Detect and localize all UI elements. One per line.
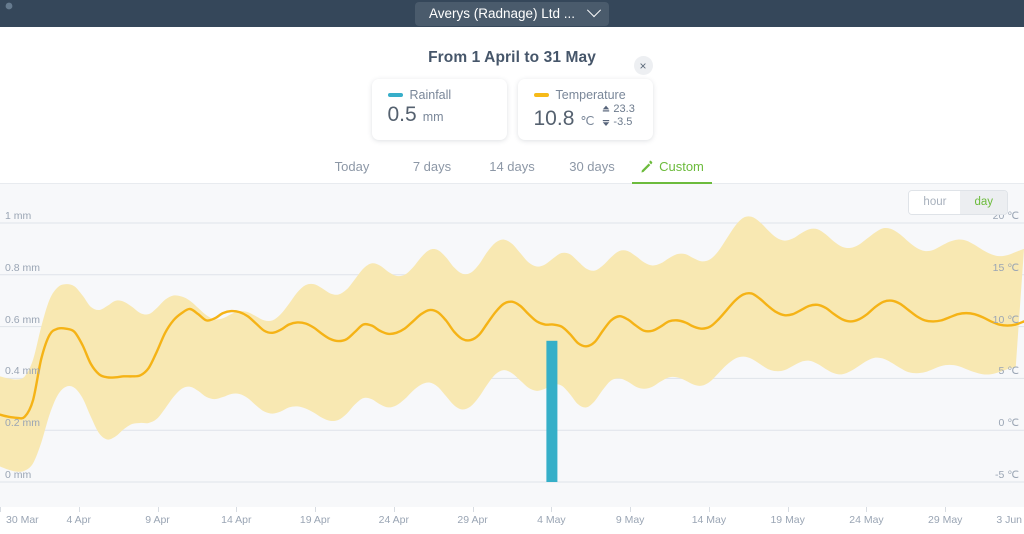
tab-today-label: Today xyxy=(334,158,370,174)
x-axis-tick: 3 Jun xyxy=(996,514,1022,526)
temperature-min-value: -3.5 xyxy=(613,115,633,128)
temperature-value-row: 10.8 ℃ 23.3 -3.5 xyxy=(533,103,637,130)
organisation-name: Averys (Radnage) Ltd ... xyxy=(428,5,576,21)
x-axis-tick: 14 May xyxy=(691,514,727,526)
top-bar: Averys (Radnage) Ltd ... xyxy=(0,0,1024,27)
range-tabs: Today 7 days 14 days 30 days Custom xyxy=(0,153,1024,185)
chevron-down-icon xyxy=(586,3,602,18)
temperature-legend-label: Temperature xyxy=(555,88,626,102)
x-axis-tick-mark xyxy=(708,507,710,512)
organisation-selector[interactable]: Averys (Radnage) Ltd ... xyxy=(414,1,610,26)
tab-7-days[interactable]: 7 days xyxy=(392,153,472,185)
x-axis-tick: 19 Apr xyxy=(299,514,331,526)
x-axis-tick: 29 May xyxy=(928,514,963,526)
tab-custom-label: Custom xyxy=(659,158,704,174)
temperature-unit: ℃ xyxy=(580,113,595,128)
chart-x-axis: 30 Mar 4 Apr 9 Apr 14 Apr 19 Apr 24 Apr 29 Apr… xyxy=(0,507,1024,534)
temperature-color-swatch-icon xyxy=(533,93,549,97)
x-axis-tick: 4 Apr xyxy=(66,514,92,526)
temperature-summary-card[interactable]: Temperature 10.8 ℃ 23.3 -3.5 xyxy=(517,79,653,140)
rainfall-legend-label: Rainfall xyxy=(409,88,452,102)
toggle-option-day[interactable]: day xyxy=(960,191,1007,214)
pencil-icon xyxy=(641,160,653,173)
x-axis-tick-mark xyxy=(945,507,947,512)
rainfall-value-row: 0.5 mm xyxy=(388,104,491,125)
x-axis-tick: 9 May xyxy=(615,514,645,526)
x-axis-tick: 9 Apr xyxy=(145,514,170,526)
tab-7-days-label: 7 days xyxy=(412,158,452,174)
x-axis-tick: 29 Apr xyxy=(457,514,488,526)
max-triangle-up-icon xyxy=(603,106,610,112)
x-axis-tick-mark xyxy=(787,507,789,512)
tab-30-days-label: 30 days xyxy=(569,158,615,174)
rainfall-legend: Rainfall xyxy=(387,88,491,102)
x-axis-tick-mark xyxy=(157,507,159,512)
weather-chart[interactable]: hour day 0 mm 0.2 mm 0.4 mm 0.6 mm 0.8 mm 1 m… xyxy=(0,184,1024,507)
close-icon[interactable]: × xyxy=(633,56,653,75)
temperature-legend: Temperature xyxy=(533,88,637,102)
x-axis-tick: 24 Apr xyxy=(378,514,410,526)
x-axis-tick-mark xyxy=(630,507,632,512)
date-range-title: From 1 April to 31 May xyxy=(428,49,596,66)
x-axis-tick: 19 May xyxy=(770,514,805,526)
summary-header: From 1 April to 31 May Rainfall 0.5 mm T… xyxy=(0,27,1024,185)
rainfall-unit: mm xyxy=(422,110,444,124)
x-axis-tick-mark xyxy=(866,507,868,512)
x-axis-tick-mark xyxy=(472,507,474,512)
tab-30-days[interactable]: 30 days xyxy=(552,153,632,185)
temperature-max-row: 23.3 xyxy=(602,103,635,116)
resolution-toggle: hour day xyxy=(908,190,1008,215)
temperature-value: 10.8 xyxy=(533,106,575,130)
tab-custom[interactable]: Custom xyxy=(632,153,712,185)
x-axis-tick: 14 Apr xyxy=(221,514,252,526)
x-axis-tick-mark xyxy=(393,507,395,512)
temperature-max-value: 23.3 xyxy=(613,103,635,115)
x-axis-tick-mark xyxy=(315,507,317,512)
min-triangle-down-icon xyxy=(603,120,610,127)
x-axis-tick: 4 May xyxy=(537,514,566,526)
tab-14-days-label: 14 days xyxy=(489,158,535,174)
x-axis-tick-mark xyxy=(0,507,1,512)
rainfall-summary-card[interactable]: Rainfall 0.5 mm xyxy=(371,79,507,140)
x-axis-tick-mark xyxy=(78,507,80,512)
temperature-min-row: -3.5 xyxy=(602,115,634,129)
x-axis-tick-mark xyxy=(236,507,238,512)
tab-today[interactable]: Today xyxy=(312,153,392,185)
tab-14-days[interactable]: 14 days xyxy=(472,153,552,185)
x-axis-tick: 24 May xyxy=(849,514,884,526)
chart-plot xyxy=(0,216,1024,483)
rainfall-color-swatch-icon xyxy=(387,93,403,97)
app-logo-icon xyxy=(5,2,13,10)
x-axis-tick: 30 Mar xyxy=(6,514,39,526)
toggle-option-hour[interactable]: hour xyxy=(909,191,961,214)
temperature-minmax: 23.3 -3.5 xyxy=(602,103,635,129)
summary-cards: Rainfall 0.5 mm Temperature 10.8 ℃ 23.3 … xyxy=(371,56,653,140)
x-axis-tick-mark xyxy=(551,507,553,512)
rainfall-value: 0.5 xyxy=(387,103,417,126)
